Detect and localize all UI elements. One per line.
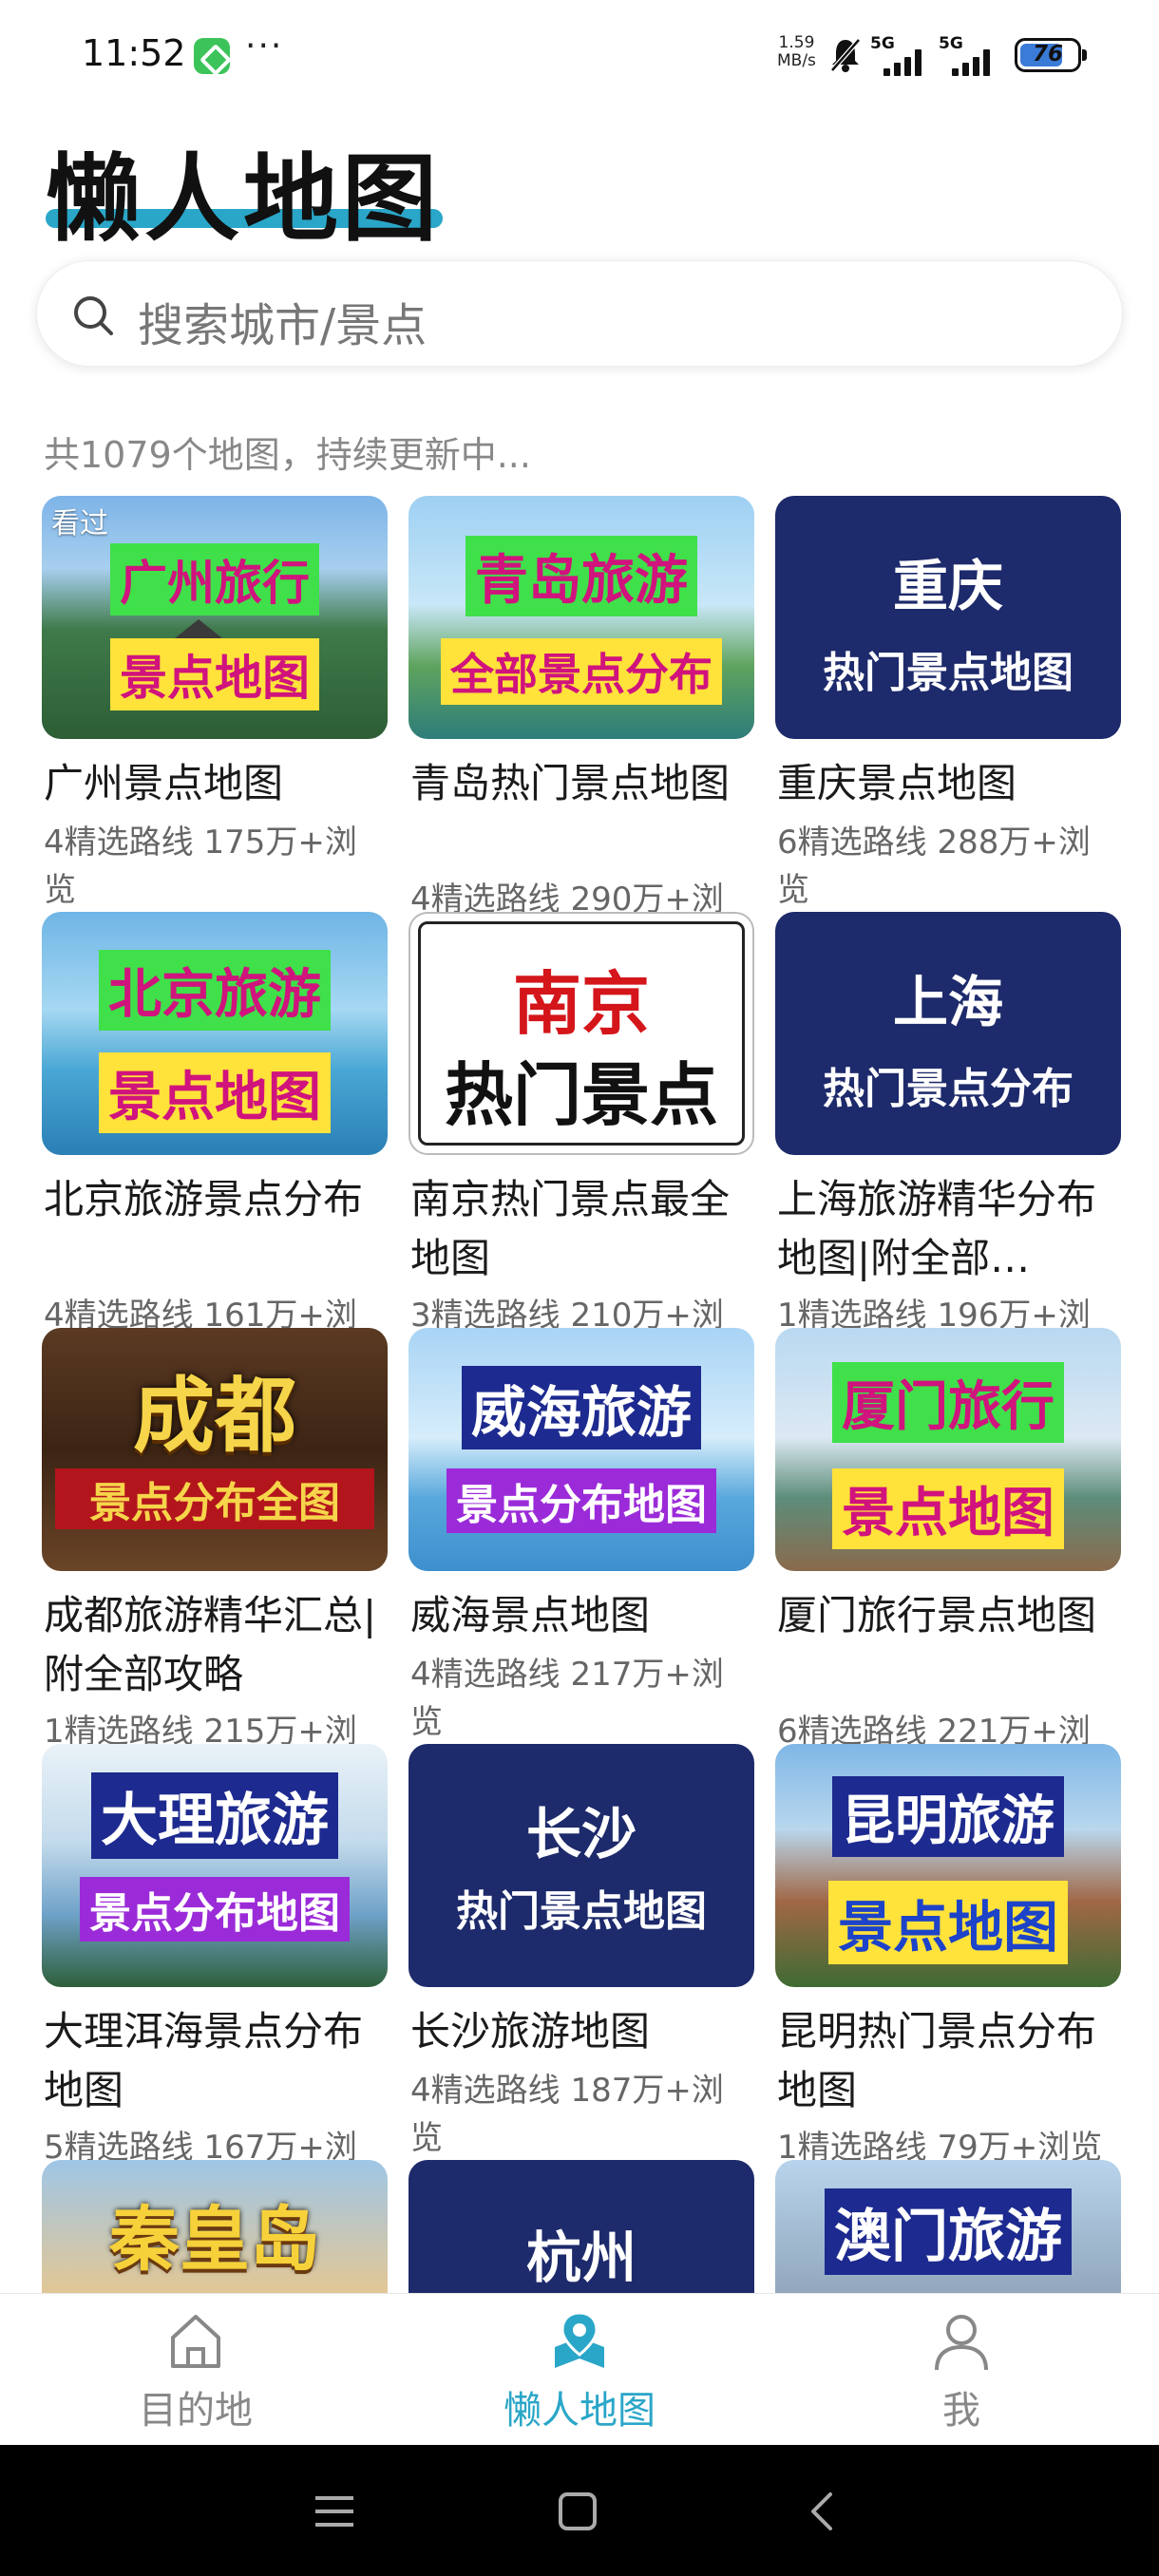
card-thumbnail: 北京旅游 景点地图 (42, 912, 388, 1155)
card-title: 上海旅游精华分布地图|附全部… (777, 1176, 1097, 1281)
seen-badge: 看过 (51, 507, 108, 540)
card-meta: 4精选路线 290万+浏览 (410, 881, 724, 912)
card-title: 成都旅游精华汇总|附全部攻略 (44, 1592, 377, 1697)
card-thumbnail: 重庆 热门景点地图 (775, 496, 1121, 739)
map-card-beijing[interactable]: 北京旅游 景点地图 北京旅游景点分布 4精选路线 161万+浏览 (42, 912, 388, 1328)
map-card-qinhuangdao[interactable]: 秦皇岛 (42, 2160, 388, 2293)
map-pin-icon (555, 2311, 604, 2368)
map-card-hangzhou[interactable]: 杭州 (408, 2160, 754, 2293)
card-thumbnail: 大理旅游 景点分布地图 (42, 1744, 388, 1987)
card-thumbnail: 看过 广州旅行 景点地图 (42, 496, 388, 739)
bottom-nav: 目的地 懒人地图 我 (0, 2293, 1159, 2445)
search-input[interactable]: 搜索城市/景点 (36, 260, 1123, 367)
nav-label: 懒人地图 (504, 2389, 656, 2433)
card-thumbnail: 杭州 (408, 2160, 754, 2293)
card-meta: 1精选路线 196万+浏览 (777, 1297, 1091, 1328)
map-card-nanjing[interactable]: 南京 热门景点 南京热门景点最全地图 3精选路线 210万+浏览 (408, 912, 754, 1328)
card-title: 北京旅游景点分布 (44, 1176, 364, 1222)
card-meta: 3精选路线 210万+浏览 (410, 1297, 724, 1328)
nav-label: 我 (942, 2389, 980, 2433)
card-title: 广州景点地图 (44, 760, 284, 806)
map-card-guangzhou[interactable]: 看过 广州旅行 景点地图 广州景点地图 4精选路线 175万+浏览 (42, 496, 388, 912)
card-meta: 4精选路线 175万+浏览 (44, 824, 357, 909)
card-thumbnail: 上海 热门景点分布 (775, 912, 1121, 1155)
home-icon (171, 2315, 220, 2368)
card-meta: 4精选路线 161万+浏览 (44, 1297, 357, 1328)
card-thumbnail: 成都 景点分布全图 (42, 1328, 388, 1571)
map-card-kunming[interactable]: 昆明旅游 景点地图 昆明热门景点分布地图 1精选路线 79万+浏览 (775, 1744, 1121, 2160)
page-title: 懒人地图 (46, 143, 441, 255)
back-icon[interactable] (794, 2483, 851, 2540)
app-notification-icon (194, 38, 230, 74)
map-card-macau[interactable]: 澳门旅游 (775, 2160, 1121, 2293)
menu-icon[interactable] (306, 2483, 363, 2540)
card-title: 昆明热门景点分布地图 (777, 2008, 1097, 2113)
status-bar: 11:52 ··· 1.59 MB/s 5G 5G 76 (0, 0, 1159, 106)
signal-sim2-icon: 5G (939, 34, 1005, 76)
card-meta: 1精选路线 215万+浏览 (44, 1713, 357, 1744)
nav-label: 目的地 (139, 2389, 253, 2433)
network-speed: 1.59 MB/s (777, 33, 816, 70)
card-thumbnail: 南京 热门景点 (408, 912, 754, 1155)
card-thumbnail: 厦门旅行 景点地图 (775, 1328, 1121, 1571)
card-title: 威海景点地图 (410, 1592, 651, 1638)
mute-bell-icon (830, 38, 861, 72)
card-meta: 1精选路线 79万+浏览 (777, 2129, 1103, 2160)
map-card-changsha[interactable]: 长沙 热门景点地图 长沙旅游地图 4精选路线 187万+浏览 (408, 1744, 754, 2160)
map-card-shanghai[interactable]: 上海 热门景点分布 上海旅游精华分布地图|附全部… 1精选路线 196万+浏览 (775, 912, 1121, 1328)
card-thumbnail: 秦皇岛 (42, 2160, 388, 2293)
map-card-chengdu[interactable]: 成都 景点分布全图 成都旅游精华汇总|附全部攻略 1精选路线 215万+浏览 (42, 1328, 388, 1744)
nav-tab-lazy-map[interactable]: 懒人地图 (437, 2294, 722, 2446)
system-nav-bar (0, 2445, 1159, 2576)
map-card-weihai[interactable]: 威海旅游 景点分布地图 威海景点地图 4精选路线 217万+浏览 (408, 1328, 754, 1744)
card-thumbnail: 威海旅游 景点分布地图 (408, 1328, 754, 1571)
signal-sim1-icon: 5G (870, 34, 937, 76)
card-thumbnail: 澳门旅游 (775, 2160, 1121, 2293)
nav-tab-me[interactable]: 我 (819, 2294, 1104, 2446)
search-placeholder: 搜索城市/景点 (138, 299, 428, 352)
home-square-icon[interactable] (549, 2483, 606, 2540)
map-card-xiamen[interactable]: 厦门旅行 景点地图 厦门旅行景点地图 6精选路线 221万+浏览 (775, 1328, 1121, 1744)
user-icon (935, 2315, 988, 2371)
map-card-dali[interactable]: 大理旅游 景点分布地图 大理洱海景点分布地图 5精选路线 167万+浏览 (42, 1744, 388, 2160)
card-thumbnail: 青岛旅游 全部景点分布 (408, 496, 754, 739)
status-time: 11:52 (82, 32, 186, 74)
more-notifications-icon: ··· (245, 27, 284, 66)
card-title: 重庆景点地图 (777, 760, 1017, 806)
card-title: 南京热门景点最全地图 (410, 1176, 731, 1281)
card-meta: 4精选路线 187万+浏览 (410, 2072, 724, 2157)
page-title-block: 懒人地图 (46, 122, 443, 259)
battery-icon: 76 (1015, 38, 1087, 72)
card-thumbnail: 昆明旅游 景点地图 (775, 1744, 1121, 1987)
card-thumbnail: 长沙 热门景点地图 (408, 1744, 754, 1987)
card-meta: 6精选路线 288万+浏览 (777, 824, 1091, 909)
card-meta: 4精选路线 217万+浏览 (410, 1656, 724, 1741)
search-icon (74, 296, 113, 335)
card-title: 大理洱海景点分布地图 (44, 2008, 364, 2113)
map-card-chongqing[interactable]: 重庆 热门景点地图 重庆景点地图 6精选路线 288万+浏览 (775, 496, 1121, 912)
card-title: 青岛热门景点地图 (410, 760, 731, 806)
card-title: 厦门旅行景点地图 (777, 1592, 1097, 1638)
map-count-text: 共1079个地图，持续更新中... (44, 434, 531, 476)
nav-tab-destinations[interactable]: 目的地 (53, 2294, 338, 2446)
card-title: 长沙旅游地图 (410, 2008, 651, 2055)
map-card-qingdao[interactable]: 青岛旅游 全部景点分布 青岛热门景点地图 4精选路线 290万+浏览 (408, 496, 754, 912)
card-meta: 5精选路线 167万+浏览 (44, 2129, 357, 2160)
card-meta: 6精选路线 221万+浏览 (777, 1713, 1091, 1744)
